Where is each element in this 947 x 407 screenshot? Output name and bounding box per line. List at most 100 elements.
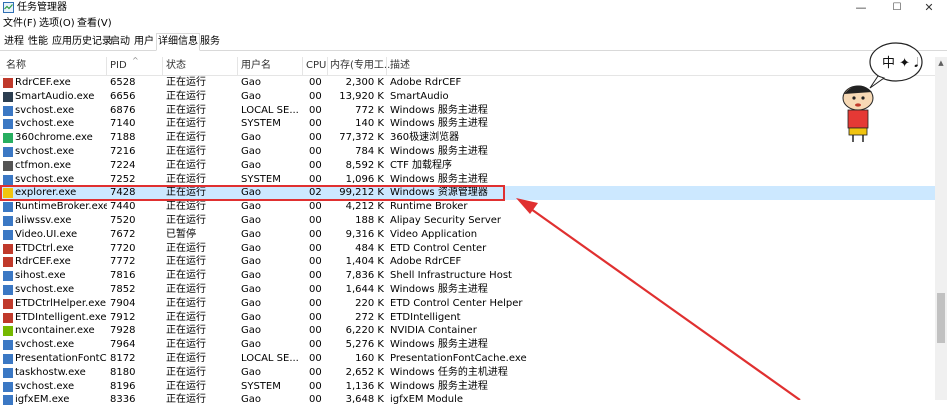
- menu-file[interactable]: 文件(F): [3, 17, 37, 31]
- process-status: 正在运行: [166, 159, 206, 171]
- column-memory[interactable]: 内存(专用工...: [330, 59, 393, 73]
- column-divider[interactable]: [302, 57, 303, 75]
- process-pid: 7188: [110, 132, 136, 144]
- column-name[interactable]: 名称: [6, 59, 26, 73]
- process-icon: [3, 312, 13, 323]
- process-pid: 8196: [110, 380, 136, 392]
- process-icon: [3, 188, 13, 199]
- process-pid: 8336: [110, 394, 136, 406]
- tab-details[interactable]: 详细信息: [156, 33, 200, 51]
- process-name: RdrCEF.exe: [15, 77, 71, 88]
- process-status: 正在运行: [166, 201, 206, 213]
- process-description: CTF 加载程序: [390, 159, 453, 171]
- process-user: Gao: [241, 201, 261, 213]
- column-divider[interactable]: [162, 57, 163, 75]
- title-bar: 任务管理器 — ☐ ✕: [0, 0, 947, 16]
- menu-view[interactable]: 查看(V): [77, 17, 112, 31]
- process-pid: 7252: [110, 173, 136, 185]
- process-memory: 7,836 K: [345, 270, 384, 282]
- process-memory: 484 K: [355, 242, 384, 254]
- process-name: svchost.exe: [15, 284, 75, 295]
- process-cpu: 00: [309, 90, 322, 102]
- process-status: 正在运行: [166, 394, 206, 406]
- process-user: Gao: [241, 366, 261, 378]
- tab-services[interactable]: 服务: [199, 34, 221, 49]
- process-pid: 7912: [110, 311, 136, 323]
- process-user: Gao: [241, 228, 261, 240]
- process-status: 正在运行: [166, 311, 206, 323]
- process-name: ctfmon.exe: [15, 159, 72, 171]
- process-user: Gao: [241, 394, 261, 406]
- tab-users[interactable]: 用户: [133, 34, 155, 49]
- table-row[interactable]: 360chrome.exe 7188 正在运行 Gao 00 77,372 K 360极速浏…: [0, 131, 935, 145]
- tab-performance[interactable]: 性能: [27, 34, 49, 49]
- process-status: 正在运行: [166, 146, 206, 157]
- column-pid[interactable]: PID: [110, 59, 127, 73]
- column-description[interactable]: 描述: [390, 59, 410, 73]
- close-button[interactable]: ✕: [911, 0, 947, 16]
- process-icon: [3, 119, 13, 130]
- scroll-thumb[interactable]: [937, 293, 945, 343]
- table-row[interactable]: svchost.exe 7252 正在运行 SYSTEM 00 1,096 K Window…: [0, 173, 935, 187]
- table-row[interactable]: svchost.exe 6876 正在运行 LOCAL SE... 00 772 K Win…: [0, 104, 935, 118]
- process-name: taskhostw.exe: [15, 366, 86, 378]
- process-name: SmartAudio.exe: [15, 90, 95, 102]
- process-status: 正在运行: [166, 256, 206, 268]
- tab-processes[interactable]: 进程: [3, 34, 25, 49]
- column-header: 名称 ^ PID 状态 用户名 CPU 内存(专用工... 描述: [0, 56, 935, 76]
- process-cpu: 00: [309, 104, 322, 116]
- column-divider[interactable]: [237, 57, 238, 75]
- process-user: Gao: [241, 284, 261, 295]
- column-status[interactable]: 状态: [166, 59, 186, 73]
- process-user: Gao: [241, 90, 261, 102]
- process-memory: 272 K: [355, 311, 384, 323]
- process-user: Gao: [241, 77, 261, 88]
- process-memory: 1,644 K: [345, 284, 384, 295]
- process-pid: 7428: [110, 187, 136, 199]
- process-name: svchost.exe: [15, 104, 75, 116]
- process-memory: 9,316 K: [345, 228, 384, 240]
- process-cpu: 00: [309, 146, 322, 157]
- process-memory: 8,592 K: [345, 159, 384, 171]
- tab-app-history[interactable]: 应用历史记录: [51, 34, 113, 49]
- process-pid: 7140: [110, 118, 136, 130]
- process-memory: 1,096 K: [345, 173, 384, 185]
- process-icon: [3, 229, 13, 240]
- table-row[interactable]: SmartAudio.exe 6656 正在运行 Gao 00 13,920 K Smart…: [0, 90, 935, 104]
- table-row[interactable]: ctfmon.exe 7224 正在运行 Gao 00 8,592 K CTF 加载程序: [0, 159, 935, 173]
- maximize-button[interactable]: ☐: [879, 0, 915, 16]
- process-user: Gao: [241, 132, 261, 144]
- process-cpu: 00: [309, 77, 322, 88]
- table-row[interactable]: svchost.exe 7140 正在运行 SYSTEM 00 140 K Windows …: [0, 117, 935, 131]
- table-row[interactable]: RdrCEF.exe 6528 正在运行 Gao 00 2,300 K Adobe RdrC…: [0, 76, 935, 90]
- process-icon: [3, 354, 13, 364]
- process-cpu: 00: [309, 159, 322, 171]
- process-user: SYSTEM: [241, 380, 281, 392]
- table-row[interactable]: svchost.exe 7216 正在运行 Gao 00 784 K Windows 服务主…: [0, 145, 935, 159]
- column-divider[interactable]: [327, 57, 328, 75]
- process-cpu: 00: [309, 228, 322, 240]
- tab-startup[interactable]: 启动: [109, 34, 131, 49]
- process-pid: 7904: [110, 297, 136, 309]
- process-name: nvcontainer.exe: [15, 325, 95, 337]
- process-status: 正在运行: [166, 132, 206, 144]
- process-cpu: 00: [309, 242, 322, 254]
- process-icon: [3, 174, 13, 185]
- process-status: 已暂停: [166, 228, 196, 240]
- process-cpu: 00: [309, 394, 322, 406]
- process-user: Gao: [241, 325, 261, 337]
- process-memory: 6,220 K: [345, 325, 384, 337]
- process-status: 正在运行: [166, 380, 206, 392]
- menu-options[interactable]: 选项(O): [39, 17, 75, 31]
- minimize-button[interactable]: —: [843, 0, 879, 16]
- process-status: 正在运行: [166, 325, 206, 337]
- process-pid: 7440: [110, 201, 136, 213]
- column-user[interactable]: 用户名: [241, 59, 271, 73]
- process-memory: 140 K: [355, 118, 384, 130]
- process-name: RdrCEF.exe: [15, 256, 71, 268]
- process-pid: 8172: [110, 353, 136, 364]
- column-divider[interactable]: [386, 57, 387, 75]
- column-cpu[interactable]: CPU: [306, 59, 326, 73]
- column-divider[interactable]: [106, 57, 107, 75]
- process-icon: [3, 202, 13, 213]
